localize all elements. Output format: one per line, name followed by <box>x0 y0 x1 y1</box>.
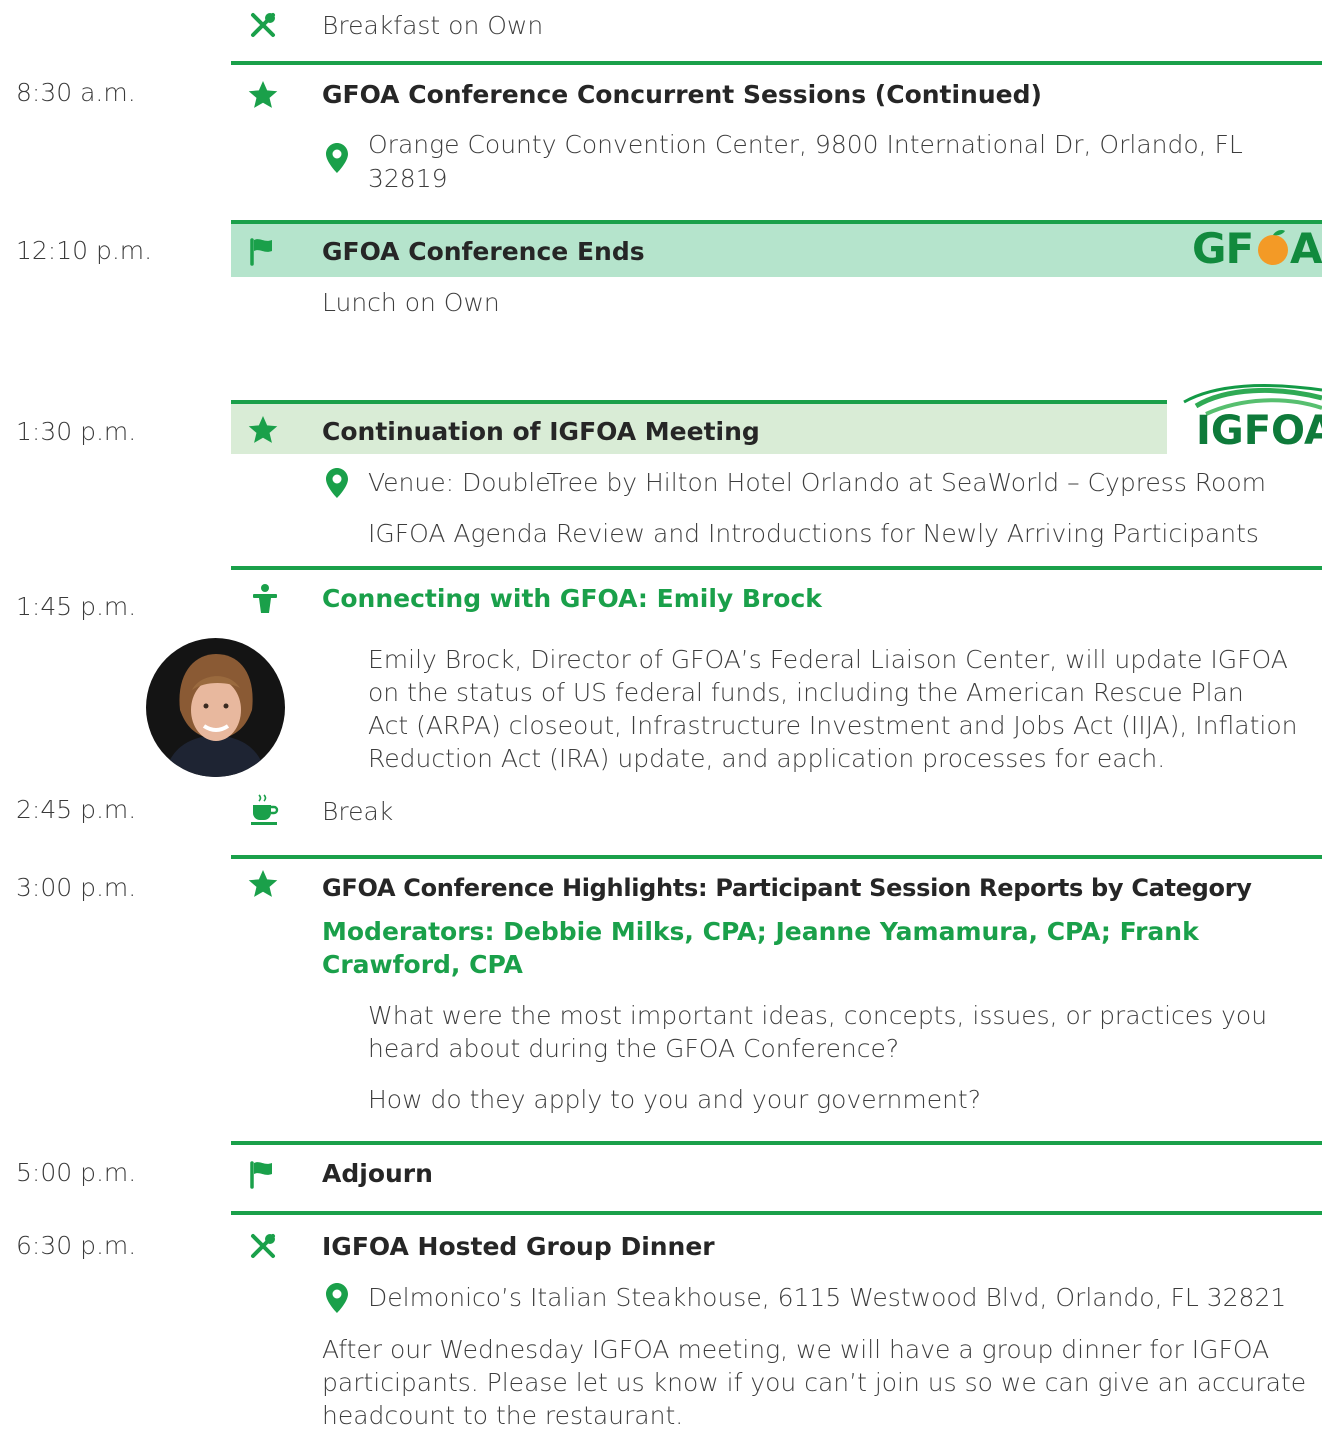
dinner-description-line: After our Wednesday IGFOA meeting, we wi… <box>322 1335 1270 1364</box>
question-line: What were the most important ideas, conc… <box>368 1001 1268 1030</box>
adjourn-title: Adjourn <box>322 1159 433 1188</box>
igfoa-meeting-title: Continuation of IGFOA Meeting <box>322 417 760 446</box>
dinner-location: Delmonico’s Italian Steakhouse, 6115 Wes… <box>368 1283 1287 1312</box>
divider <box>231 566 1322 570</box>
gfoa-ends-title: GFOA Conference Ends <box>322 237 645 266</box>
divider <box>231 855 1322 859</box>
dinner-description-line: participants. Please let us know if you … <box>322 1368 1307 1397</box>
divider <box>231 61 1322 65</box>
agenda-review-text: IGFOA Agenda Review and Introductions fo… <box>368 519 1259 548</box>
avatar <box>146 638 285 777</box>
lunch-note: Lunch on Own <box>322 288 500 317</box>
moderators-line: Moderators: Debbie Milks, CPA; Jeanne Ya… <box>322 917 1199 946</box>
igfoa-logo: IGFOA <box>1166 384 1322 454</box>
divider <box>231 1141 1322 1145</box>
star-icon <box>246 78 280 112</box>
location-line2: 32819 <box>368 164 448 193</box>
location-line1: Orange County Convention Center, 9800 In… <box>368 130 1243 159</box>
utensils-icon <box>246 8 280 42</box>
time-1210: 12:10 p.m. <box>16 236 153 265</box>
connecting-title: Connecting with GFOA: Emily Brock <box>322 584 822 613</box>
time-830: 8:30 a.m. <box>16 78 136 107</box>
break-title: Break <box>322 797 394 826</box>
description-line: Emily Brock, Director of GFOA’s Federal … <box>368 645 1288 674</box>
description-line: on the status of US federal funds, inclu… <box>368 678 1244 707</box>
map-pin-icon <box>320 1281 354 1315</box>
time-130: 1:30 p.m. <box>16 417 137 446</box>
time-300: 3:00 p.m. <box>16 873 137 902</box>
star-icon <box>246 413 280 447</box>
divider <box>231 1211 1322 1215</box>
time-500: 5:00 p.m. <box>16 1158 137 1187</box>
star-icon <box>246 867 280 901</box>
time-245: 2:45 p.m. <box>16 795 137 824</box>
highlights-title: GFOA Conference Highlights: Participant … <box>322 874 1252 902</box>
flag-icon <box>246 1157 280 1191</box>
utensils-icon <box>246 1229 280 1263</box>
gfoa-logo: GF A <box>1192 224 1322 273</box>
venue-text: Venue: DoubleTree by Hilton Hotel Orland… <box>368 468 1266 497</box>
session-title: GFOA Conference Concurrent Sessions (Con… <box>322 80 1042 109</box>
dinner-description-line: headcount to the restaurant. <box>322 1401 684 1430</box>
description-line: Act (ARPA) closeout, Infrastructure Inve… <box>368 711 1298 740</box>
map-pin-icon <box>320 466 354 500</box>
coffee-icon <box>247 792 281 826</box>
flag-icon <box>246 234 280 268</box>
time-630: 6:30 p.m. <box>16 1231 137 1260</box>
speaker-icon <box>248 582 282 616</box>
dinner-title: IGFOA Hosted Group Dinner <box>322 1232 715 1261</box>
breakfast-title: Breakfast on Own <box>322 11 544 40</box>
moderators-line: Crawford, CPA <box>322 950 523 979</box>
question-line: How do they apply to you and your govern… <box>368 1085 981 1114</box>
time-145: 1:45 p.m. <box>16 592 137 621</box>
description-line: Reduction Act (IRA) update, and applicat… <box>368 744 1166 773</box>
question-line: heard about during the GFOA Conference? <box>368 1034 900 1063</box>
map-pin-icon <box>320 141 354 175</box>
